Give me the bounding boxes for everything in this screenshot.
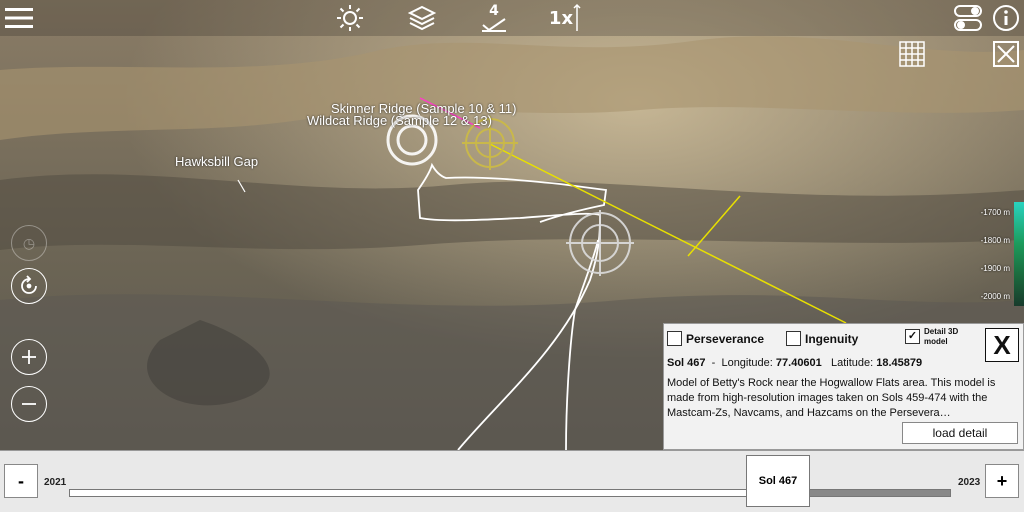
timeline-minus-button[interactable]: - bbox=[4, 464, 38, 498]
elevation-tick: -1900 m bbox=[980, 264, 1010, 273]
elevation-scale: -1700 m -1800 m -1900 m -2000 m bbox=[980, 198, 1024, 310]
zoom-level-value: 1x bbox=[548, 7, 574, 29]
timeline-progress bbox=[70, 490, 810, 496]
checkmark-icon bbox=[482, 18, 506, 32]
label-hawksbill-gap[interactable]: Hawksbill Gap bbox=[175, 154, 258, 169]
toggle-switch-icon[interactable] bbox=[952, 2, 984, 34]
elevation-tick: -2000 m bbox=[980, 292, 1010, 301]
ingenuity-label: Ingenuity bbox=[805, 331, 859, 346]
latitude-label: Latitude: bbox=[830, 357, 874, 369]
rotate-reset-icon[interactable] bbox=[11, 268, 47, 304]
latitude-value: 18.45879 bbox=[876, 357, 923, 369]
zoom-in-button[interactable] bbox=[11, 339, 47, 375]
vertical-scale-icon bbox=[573, 3, 581, 31]
zoom-out-button[interactable] bbox=[11, 386, 47, 422]
label-wildcat-ridge[interactable]: Wildcat Ridge (Sample 12 & 13) bbox=[307, 113, 492, 128]
detail-model-label: Detail 3D model bbox=[924, 327, 959, 346]
timeline-end-year: 2023 bbox=[958, 477, 981, 488]
checkbox-box-checked[interactable]: ✓ bbox=[905, 329, 920, 344]
elevation-tick: -1800 m bbox=[980, 236, 1010, 245]
sun-icon[interactable] bbox=[334, 2, 366, 34]
layers-icon[interactable] bbox=[406, 2, 438, 34]
ingenuity-checkbox[interactable]: Ingenuity bbox=[786, 331, 858, 346]
hamburger-menu-icon[interactable] bbox=[4, 2, 34, 34]
sol-timeline: - 2021 Sol 467 2023 + bbox=[0, 450, 1024, 512]
longitude-label: Longitude: bbox=[721, 357, 773, 369]
checkbox-box[interactable] bbox=[786, 331, 801, 346]
zoom-level-button[interactable]: 1x bbox=[548, 2, 582, 34]
sol-step-value: 4 bbox=[489, 3, 499, 19]
grid-icon[interactable] bbox=[898, 40, 926, 68]
sol-step-button[interactable]: 4 bbox=[478, 2, 510, 34]
model-description: Model of Betty's Rock near the Hogwallow… bbox=[667, 377, 996, 419]
top-toolbar bbox=[0, 0, 1024, 36]
elevation-tick: -1700 m bbox=[980, 208, 1010, 217]
panel-close-button[interactable]: X bbox=[985, 328, 1019, 362]
timeline-thumb[interactable]: Sol 467 bbox=[746, 455, 810, 507]
perseverance-checkbox[interactable]: Perseverance bbox=[667, 331, 764, 346]
location-readout: Sol 467 - Longitude: 77.40601 Latitude: … bbox=[667, 357, 922, 369]
info-panel: Perseverance Ingenuity ✓ Detail 3D model… bbox=[663, 323, 1024, 450]
timeline-track[interactable] bbox=[69, 489, 951, 497]
close-x-icon[interactable] bbox=[992, 40, 1020, 68]
load-detail-button[interactable]: load detail bbox=[902, 422, 1018, 444]
elevation-colorbar bbox=[1014, 202, 1024, 306]
longitude-value: 77.40601 bbox=[775, 357, 822, 369]
checkbox-box[interactable] bbox=[667, 331, 682, 346]
separator: - bbox=[711, 357, 716, 369]
info-icon[interactable] bbox=[990, 2, 1022, 34]
timeline-start-year: 2021 bbox=[44, 477, 67, 488]
timeline-plus-button[interactable]: + bbox=[985, 464, 1019, 498]
detail-model-checkbox[interactable]: ✓ Detail 3D model bbox=[905, 327, 964, 347]
sol-value: Sol 467 bbox=[667, 357, 706, 369]
perseverance-label: Perseverance bbox=[686, 331, 765, 346]
compass-icon[interactable]: ◷ bbox=[11, 225, 47, 261]
